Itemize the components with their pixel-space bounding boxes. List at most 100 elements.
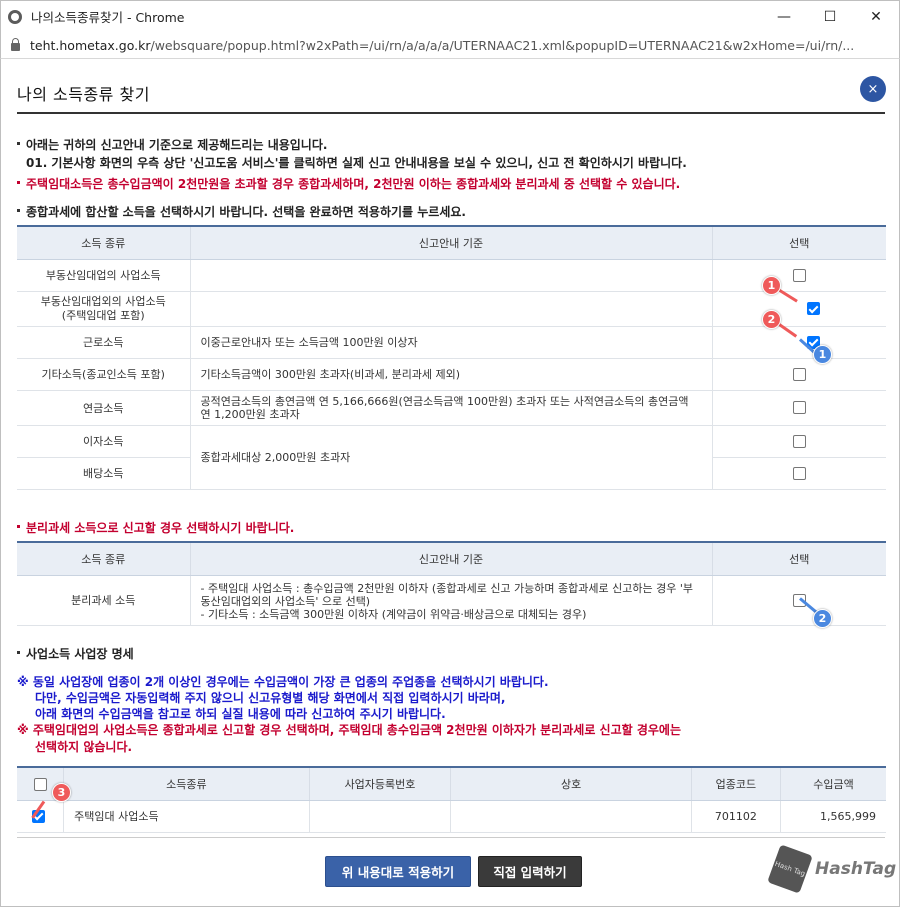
apply-button[interactable]: 위 내용대로 적용하기 xyxy=(325,856,471,887)
annotation-marker-2b: 2 xyxy=(813,609,832,628)
header-income-type: 소득종류 xyxy=(63,766,310,801)
note-blue-3: 아래 화면의 수입금액을 참고로 하되 실질 내용에 따라 신고하여 주시기 바… xyxy=(35,707,446,721)
criteria-line-2: - 기타소득 : 소득금액 300만원 이하자 (계약금이 위약금·배상금으로 … xyxy=(200,607,587,621)
table-row: 근로소득 이중근로안내자 또는 소득금액 100만원 이상자 xyxy=(17,326,886,359)
criteria-cell: 공적연금소득의 총연금액 연 5,166,666원(연금소득금액 100만원) … xyxy=(189,390,712,426)
watermark-text: HashTag xyxy=(815,859,897,879)
bullet-icon xyxy=(17,209,20,212)
select-all-checkbox[interactable] xyxy=(33,777,47,791)
select-checkbox[interactable] xyxy=(792,367,806,381)
note-blue-1: ※ 동일 사업장에 업종이 2개 이상인 경우에는 수입금액이 가장 큰 업종의… xyxy=(17,675,549,689)
note-red-2: 선택하지 않습니다. xyxy=(35,740,133,754)
table-header-row: 소득 종류 신고안내 기준 선택 xyxy=(17,541,886,576)
title-divider xyxy=(17,112,885,114)
revenue-cell: 1,565,999 xyxy=(780,800,886,833)
intro-line-3: 주택임대소득은 총수입금액이 2천만원을 초과할 경우 종합과세하며, 2천만원… xyxy=(17,175,680,192)
watermark: Hash Tag HashTag xyxy=(767,844,897,894)
chrome-icon xyxy=(8,9,22,24)
close-window-icon[interactable]: ✕ xyxy=(853,1,899,33)
criteria-cell xyxy=(189,291,712,327)
bullet-icon xyxy=(17,525,20,528)
window-controls: — ☐ ✕ xyxy=(761,1,899,33)
criteria-cell: 종합과세대상 2,000만원 초과자 xyxy=(189,425,712,490)
lock-icon xyxy=(11,38,20,51)
url-path: /websquare/popup.html?w2xPath=/ui/rn/a/a… xyxy=(150,37,855,53)
section3-heading-text: 사업소득 사업장 명세 xyxy=(26,647,134,661)
income-type-cell: 부동산임대업의 사업소득 xyxy=(17,259,190,292)
criteria-cell: 기타소득금액이 300만원 초과자(비과세, 분리과세 제외) xyxy=(189,358,712,391)
income-type-cell: 이자소득 xyxy=(17,425,190,458)
annotation-marker-1: 1 xyxy=(762,276,781,295)
income-type-cell: 부동산임대업외의 사업소득 (주택임대업 포함) xyxy=(17,291,190,327)
select-cell xyxy=(711,457,886,490)
table-row: 기타소득(종교인소득 포함) 기타소득금액이 300만원 초과자(비과세, 분리… xyxy=(17,358,886,391)
income-type-table: 소득 종류 신고안내 기준 선택 부동산임대업의 사업소득 부동산임대업외의 사… xyxy=(17,225,886,490)
header-select: 선택 xyxy=(711,541,886,576)
url-text[interactable]: teht.hometax.go.kr/websquare/popup.html?… xyxy=(30,38,854,53)
table-row: 이자소득 종합과세대상 2,000만원 초과자 xyxy=(17,425,886,490)
bullet-icon xyxy=(17,142,20,145)
window-titlebar: 나의소득종류찾기 - Chrome — ☐ ✕ xyxy=(0,0,900,32)
table-row: 주택임대 사업소득 701102 1,565,999 xyxy=(17,800,886,833)
annotation-marker-2: 2 xyxy=(762,310,781,329)
address-bar[interactable]: teht.hometax.go.kr/websquare/popup.html?… xyxy=(0,32,900,58)
table-header-row: 소득 종류 신고안내 기준 선택 xyxy=(17,225,886,260)
income-type-cell: 근로소득 xyxy=(17,326,190,359)
criteria-cell xyxy=(189,259,712,292)
intro-text-3: 주택임대소득은 총수입금액이 2천만원을 초과할 경우 종합과세하며, 2천만원… xyxy=(26,177,681,191)
header-reg-no: 사업자등록번호 xyxy=(308,766,451,801)
annotation-marker-1b: 1 xyxy=(813,345,832,364)
popup-title: 나의 소득종류 찾기 xyxy=(17,85,150,104)
select-cell xyxy=(711,425,886,458)
select-cell xyxy=(711,291,886,327)
table-row: 부동산임대업의 사업소득 xyxy=(17,259,886,292)
criteria-cell: 이중근로안내자 또는 소득금액 100만원 이상자 xyxy=(189,326,712,359)
select-checkbox[interactable] xyxy=(792,434,806,448)
minimize-icon[interactable]: — xyxy=(761,1,807,33)
table-row: 분리과세 소득 - 주택임대 사업소득 : 총수입금액 2천만원 이하자 (종합… xyxy=(17,575,886,626)
select-checkbox[interactable] xyxy=(792,401,806,415)
income-type-cell: 주택임대 사업소득 xyxy=(63,800,310,833)
select-cell xyxy=(711,326,886,359)
window-title: 나의소득종류찾기 - Chrome xyxy=(31,10,185,25)
section2-heading: 분리과세 소득으로 신고할 경우 선택하시기 바랍니다. xyxy=(17,519,294,536)
select-checkbox[interactable] xyxy=(792,268,806,282)
maximize-icon[interactable]: ☐ xyxy=(807,1,853,33)
annotation-marker-3: 3 xyxy=(52,783,71,802)
select-checkbox[interactable] xyxy=(806,302,820,316)
table-row: 연금소득 공적연금소득의 총연금액 연 5,166,666원(연금소득금액 10… xyxy=(17,390,886,426)
header-industry-code: 업종코드 xyxy=(690,766,781,801)
select-cell xyxy=(711,358,886,391)
table-row: 부동산임대업외의 사업소득 (주택임대업 포함) xyxy=(17,291,886,327)
section3-heading: 사업소득 사업장 명세 xyxy=(17,645,134,662)
income-type-cell: 기타소득(종교인소득 포함) xyxy=(17,358,190,391)
url-domain: teht.hometax.go.kr xyxy=(30,37,151,53)
income-type-cell: 배당소득 xyxy=(17,457,190,490)
direct-input-button[interactable]: 직접 입력하기 xyxy=(478,856,582,887)
hashtag-logo-icon: Hash Tag xyxy=(767,844,813,894)
bottom-divider xyxy=(17,837,885,838)
intro-text-1: 아래는 귀하의 신고안내 기준으로 제공해드리는 내용입니다. xyxy=(26,138,328,152)
note-red-1: ※ 주택임대업의 사업소득은 종합과세로 신고할 경우 선택하며, 주택임대 총… xyxy=(17,723,682,737)
header-revenue: 수입금액 xyxy=(780,766,886,801)
select-cell xyxy=(711,390,886,426)
separate-tax-table: 소득 종류 신고안내 기준 선택 분리과세 소득 - 주택임대 사업소득 : 총… xyxy=(17,541,886,626)
income-type-cell: 연금소득 xyxy=(17,390,190,426)
section1-heading-text: 종합과세에 합산할 소득을 선택하시기 바랍니다. 선택을 완료하면 적용하기를… xyxy=(26,205,466,219)
close-button[interactable]: × xyxy=(860,76,886,102)
business-name-cell xyxy=(450,800,692,833)
header-income-type: 소득 종류 xyxy=(17,541,190,576)
intro-line-2: 01. 기본사항 화면의 우측 상단 '신고도움 서비스'를 클릭하면 실제 신… xyxy=(26,156,687,170)
header-business-name: 상호 xyxy=(450,766,692,801)
header-income-type: 소득 종류 xyxy=(17,225,190,260)
select-cell xyxy=(711,259,886,292)
select-checkbox[interactable] xyxy=(792,466,806,480)
bullet-icon xyxy=(17,651,20,654)
criteria-line-1: - 주택임대 사업소득 : 총수입금액 2천만원 이하자 (종합과세로 신고 가… xyxy=(200,581,693,608)
bullet-icon xyxy=(17,181,20,184)
section2-heading-text: 분리과세 소득으로 신고할 경우 선택하시기 바랍니다. xyxy=(26,521,295,535)
header-select: 선택 xyxy=(711,225,886,260)
income-type-cell: 분리과세 소득 xyxy=(17,575,190,626)
header-criteria: 신고안내 기준 xyxy=(189,225,712,260)
section1-heading: 종합과세에 합산할 소득을 선택하시기 바랍니다. 선택을 완료하면 적용하기를… xyxy=(17,203,466,220)
